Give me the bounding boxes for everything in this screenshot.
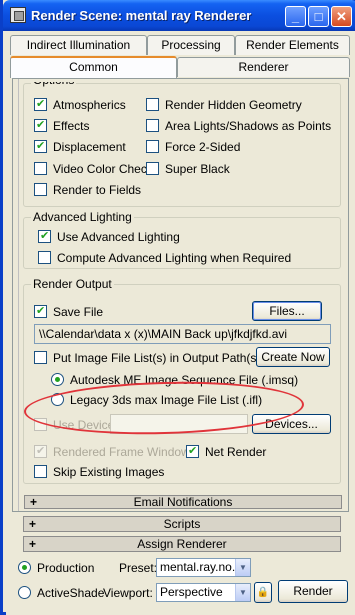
super-black-checkbox[interactable] <box>146 162 159 175</box>
chevron-down-icon: ▼ <box>235 584 250 601</box>
super-black-label: Super Black <box>165 162 230 176</box>
preset-select[interactable]: mental.ray.no.gi ▼ <box>156 558 251 577</box>
render-hidden-geometry-checkbox[interactable] <box>146 98 159 111</box>
render-output-title: Render Output <box>31 277 114 291</box>
viewport-value: Perspective <box>160 585 223 599</box>
close-button[interactable]: ✕ <box>331 6 352 27</box>
app-icon <box>10 7 26 23</box>
expand-plus-icon: + <box>29 517 37 531</box>
options-group: Options Atmospherics Effects Displacemen… <box>23 82 341 207</box>
tab-renderer[interactable]: Renderer <box>177 57 350 77</box>
atmospherics-checkbox[interactable] <box>34 97 47 111</box>
put-image-file-list-checkbox[interactable] <box>34 351 47 364</box>
render-to-fields-label: Render to Fields <box>53 183 142 197</box>
scripts-rollout[interactable]: + Scripts <box>23 516 341 532</box>
preset-value: mental.ray.no.gi <box>160 560 245 574</box>
expand-plus-icon: + <box>29 537 37 551</box>
production-label: Production <box>37 561 95 575</box>
output-file-path-field[interactable]: \\Calendar\data x (x)\MAIN Back up\jfkdj… <box>34 324 331 344</box>
use-advanced-lighting-label: Use Advanced Lighting <box>57 230 180 244</box>
render-to-fields-checkbox[interactable] <box>34 183 47 196</box>
net-render-label: Net Render <box>205 445 267 459</box>
production-radio[interactable] <box>18 561 31 574</box>
compute-advanced-lighting-checkbox[interactable] <box>38 251 51 264</box>
skip-existing-images-label: Skip Existing Images <box>53 465 165 479</box>
advanced-lighting-group: Advanced Lighting Use Advanced Lighting … <box>23 210 341 269</box>
scripts-label: Scripts <box>163 517 201 531</box>
net-render-checkbox[interactable] <box>186 444 199 458</box>
render-scene-window: Render Scene: mental ray Renderer _ □ ✕ … <box>0 0 355 615</box>
render-button[interactable]: Render <box>278 580 348 603</box>
put-image-file-list-label: Put Image File List(s) in Output Path(s) <box>53 351 261 365</box>
files-button[interactable]: Files... <box>252 301 322 321</box>
rendered-frame-window-checkbox[interactable] <box>34 444 47 458</box>
preset-label: Preset: <box>119 561 158 575</box>
panel-scroll-indicator[interactable] <box>15 79 19 511</box>
common-tab-panel: Options Atmospherics Effects Displacemen… <box>12 78 349 512</box>
effects-label: Effects <box>53 119 90 133</box>
video-color-check-label: Video Color Check <box>53 162 153 176</box>
tab-common[interactable]: Common <box>10 56 177 78</box>
tab-processing[interactable]: Processing <box>147 35 235 55</box>
minimize-button[interactable]: _ <box>285 6 306 27</box>
render-hidden-geometry-label: Render Hidden Geometry <box>165 98 302 112</box>
lock-viewport-button[interactable]: 🔒 <box>254 582 272 603</box>
maximize-button[interactable]: □ <box>308 6 329 27</box>
effects-checkbox[interactable] <box>34 118 47 132</box>
tab-render-elements[interactable]: Render Elements <box>235 35 350 55</box>
chevron-down-icon: ▼ <box>235 559 250 576</box>
save-file-label: Save File <box>53 305 104 319</box>
skip-existing-images-checkbox[interactable] <box>34 465 47 478</box>
displacement-checkbox[interactable] <box>34 139 47 153</box>
window-title: Render Scene: mental ray Renderer <box>31 8 252 23</box>
activeshade-radio[interactable] <box>18 586 31 599</box>
area-lights-shadows-checkbox[interactable] <box>146 119 159 132</box>
force-2-sided-label: Force 2-Sided <box>165 140 241 154</box>
displacement-label: Displacement <box>53 140 126 154</box>
compute-advanced-lighting-label: Compute Advanced Lighting when Required <box>57 251 292 265</box>
force-2-sided-checkbox[interactable] <box>146 140 159 153</box>
lock-icon: 🔒 <box>256 587 270 598</box>
viewport-select[interactable]: Perspective ▼ <box>156 583 251 602</box>
use-advanced-lighting-checkbox[interactable] <box>38 229 51 243</box>
video-color-check-checkbox[interactable] <box>34 162 47 175</box>
email-notifications-rollout[interactable]: + Email Notifications <box>24 495 342 509</box>
tab-indirect-illumination[interactable]: Indirect Illumination <box>10 35 147 55</box>
create-now-button[interactable]: Create Now <box>256 347 330 367</box>
assign-renderer-rollout[interactable]: + Assign Renderer <box>23 536 341 552</box>
expand-plus-icon: + <box>30 495 38 509</box>
area-lights-shadows-label: Area Lights/Shadows as Points <box>165 119 332 133</box>
advanced-lighting-title: Advanced Lighting <box>31 210 134 224</box>
dialog-body: Indirect Illumination Processing Render … <box>6 31 355 615</box>
autodesk-me-radio[interactable] <box>51 373 64 386</box>
activeshade-label: ActiveShade <box>37 586 105 600</box>
email-notifications-label: Email Notifications <box>133 495 233 509</box>
atmospherics-label: Atmospherics <box>53 98 126 112</box>
save-file-checkbox[interactable] <box>34 304 47 318</box>
assign-renderer-label: Assign Renderer <box>137 537 227 551</box>
rendered-frame-window-label: Rendered Frame Window <box>53 445 190 459</box>
viewport-label: Viewport: <box>103 586 153 600</box>
title-bar[interactable]: Render Scene: mental ray Renderer _ □ ✕ <box>3 0 355 31</box>
